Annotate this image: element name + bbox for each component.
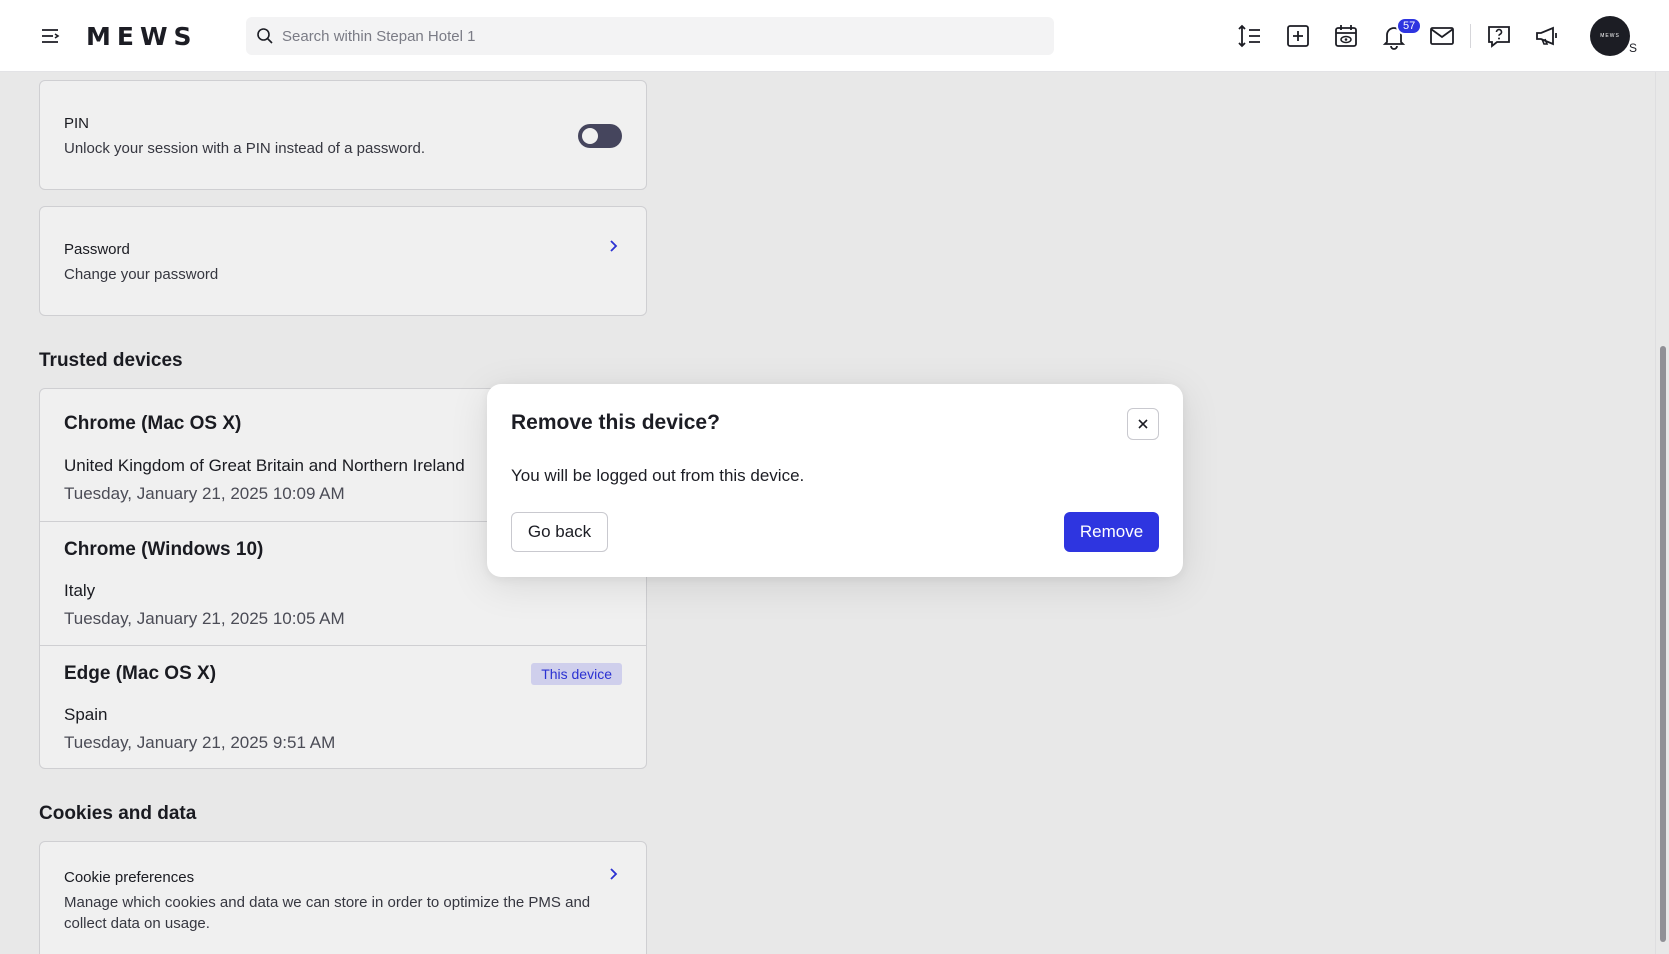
timeline-icon[interactable] — [1236, 22, 1264, 50]
top-bar: MEWS 57 MEWS S — [0, 0, 1669, 72]
search-input[interactable] — [282, 17, 1042, 55]
mail-icon[interactable] — [1428, 22, 1456, 50]
toolbar-divider — [1470, 24, 1471, 48]
avatar[interactable]: MEWS — [1590, 16, 1630, 56]
help-icon[interactable] — [1485, 22, 1513, 50]
remove-button[interactable]: Remove — [1064, 512, 1159, 552]
avatar-initial: S — [1629, 41, 1638, 55]
notifications-badge: 57 — [1396, 17, 1423, 35]
dialog-message: You will be logged out from this device. — [511, 466, 805, 485]
announcements-icon[interactable] — [1533, 22, 1561, 50]
close-button[interactable] — [1127, 408, 1159, 440]
mews-logo[interactable]: MEWS — [86, 22, 198, 51]
menu-icon[interactable] — [38, 24, 62, 48]
add-icon[interactable] — [1284, 22, 1312, 50]
calendar-view-icon[interactable] — [1332, 22, 1360, 50]
search-bar[interactable] — [246, 17, 1054, 55]
remove-device-dialog: Remove this device? You will be logged o… — [487, 384, 1183, 577]
search-icon — [257, 28, 273, 44]
dialog-title: Remove this device? — [511, 411, 720, 434]
go-back-button[interactable]: Go back — [511, 512, 608, 552]
close-icon — [1138, 419, 1148, 429]
